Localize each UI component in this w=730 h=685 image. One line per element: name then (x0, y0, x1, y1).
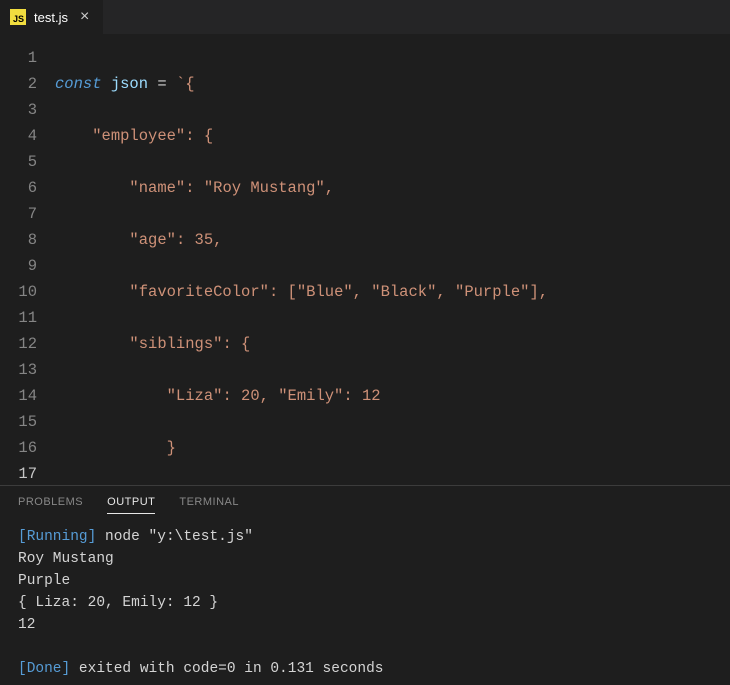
bottom-panel: PROBLEMS OUTPUT TERMINAL [Running] node … (0, 485, 730, 685)
code-line: "Liza": 20, "Emily": 12 (55, 383, 730, 409)
line-number: 13 (0, 357, 37, 383)
line-gutter: 1 2 3 4 5 6 7 8 9 10 11 12 13 14 15 16 1… (0, 45, 55, 485)
line-number: 4 (0, 123, 37, 149)
line-number: 9 (0, 253, 37, 279)
line-number: 12 (0, 331, 37, 357)
output-line (18, 636, 712, 658)
line-number: 3 (0, 97, 37, 123)
js-file-icon: JS (10, 9, 26, 25)
output-line: 12 (18, 614, 712, 636)
code-line: "siblings": { (55, 331, 730, 357)
output-line: [Running] node "y:\test.js" (18, 526, 712, 548)
line-number: 11 (0, 305, 37, 331)
tab-bar: JS test.js × (0, 0, 730, 35)
line-number: 16 (0, 435, 37, 461)
line-number: 1 (0, 45, 37, 71)
code-line: "age": 35, (55, 227, 730, 253)
output-line: Roy Mustang (18, 548, 712, 570)
line-number: 17 (0, 461, 37, 485)
line-number: 15 (0, 409, 37, 435)
line-number: 5 (0, 149, 37, 175)
panel-tabs: PROBLEMS OUTPUT TERMINAL (0, 486, 730, 522)
tab-terminal[interactable]: TERMINAL (179, 496, 239, 514)
line-number: 10 (0, 279, 37, 305)
output-content[interactable]: [Running] node "y:\test.js" Roy Mustang … (0, 522, 730, 684)
line-number: 8 (0, 227, 37, 253)
tab-problems[interactable]: PROBLEMS (18, 496, 83, 514)
output-line: Purple (18, 570, 712, 592)
tab-filename: test.js (34, 10, 68, 25)
tab-output[interactable]: OUTPUT (107, 496, 155, 514)
editor-tab[interactable]: JS test.js × (0, 0, 103, 34)
code-content[interactable]: const json = `{ "employee": { "name": "R… (55, 45, 730, 485)
code-line: const json = `{ (55, 71, 730, 97)
code-line: "employee": { (55, 123, 730, 149)
output-line: [Done] exited with code=0 in 0.131 secon… (18, 658, 712, 680)
code-line: } (55, 435, 730, 461)
line-number: 2 (0, 71, 37, 97)
output-line: { Liza: 20, Emily: 12 } (18, 592, 712, 614)
line-number: 7 (0, 201, 37, 227)
line-number: 6 (0, 175, 37, 201)
code-editor[interactable]: 1 2 3 4 5 6 7 8 9 10 11 12 13 14 15 16 1… (0, 35, 730, 485)
code-line: "favoriteColor": ["Blue", "Black", "Purp… (55, 279, 730, 305)
line-number: 14 (0, 383, 37, 409)
close-icon[interactable]: × (76, 8, 93, 26)
code-line: "name": "Roy Mustang", (55, 175, 730, 201)
